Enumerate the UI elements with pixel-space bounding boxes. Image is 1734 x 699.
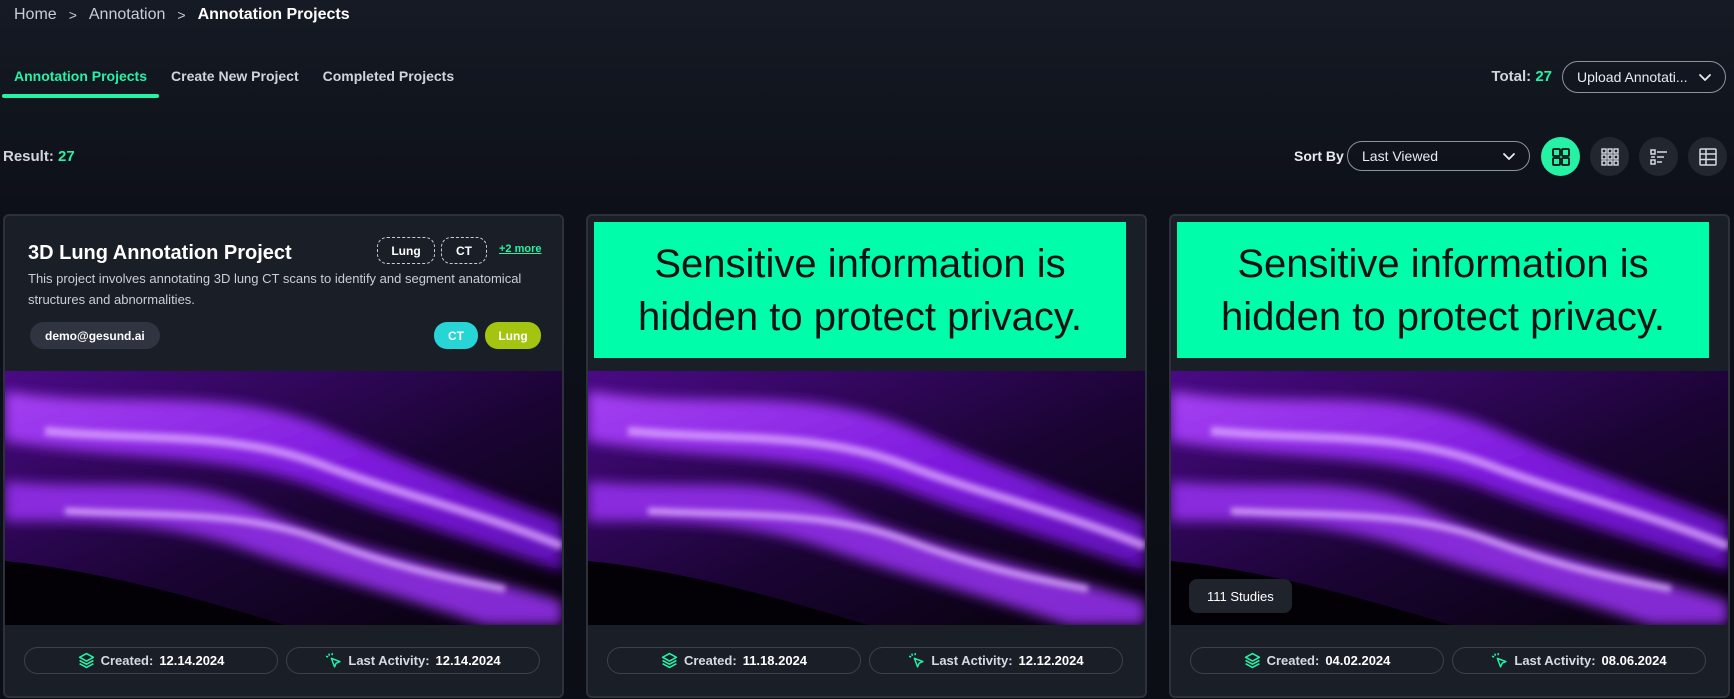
project-description: This project involves annotating 3D lung… bbox=[28, 271, 522, 307]
created-label: Created: bbox=[683, 653, 737, 668]
result-value: 27 bbox=[58, 148, 75, 165]
studies-count-badge: 111 Studies bbox=[1189, 579, 1292, 613]
created-date-pill: Created: 12.14.2024 bbox=[24, 647, 278, 674]
list-icon bbox=[1649, 148, 1667, 165]
tab-annotation-projects[interactable]: Annotation Projects bbox=[2, 62, 160, 98]
chevron-down-icon bbox=[1503, 153, 1515, 160]
total-count: Total: 27 bbox=[1491, 68, 1552, 85]
last-activity-pill: Last Activity: 12.12.2024 bbox=[869, 647, 1123, 674]
card-header: 3D Lung Annotation Project Lung CT +2 mo… bbox=[5, 216, 562, 371]
card-header: Sensitive information is hidden to prote… bbox=[588, 216, 1145, 371]
total-value: 27 bbox=[1535, 68, 1552, 85]
last-activity-pill: Last Activity: 12.14.2024 bbox=[286, 647, 540, 674]
breadcrumb: Home > Annotation > Annotation Projects bbox=[14, 6, 350, 24]
project-card[interactable]: Sensitive information is hidden to prote… bbox=[1169, 214, 1730, 698]
cursor-click-icon bbox=[326, 652, 341, 668]
breadcrumb-separator: > bbox=[177, 7, 186, 23]
sort-by-select[interactable]: Last Viewed bbox=[1347, 141, 1530, 171]
last-activity-label: Last Activity: bbox=[1514, 653, 1596, 668]
last-activity-pill: Last Activity: 08.06.2024 bbox=[1452, 647, 1706, 674]
breadcrumb-annotation[interactable]: Annotation bbox=[89, 6, 166, 24]
privacy-redaction: Sensitive information is hidden to prote… bbox=[1177, 222, 1709, 358]
sort-by-label: Sort By bbox=[1294, 148, 1344, 164]
created-date-pill: Created: 11.18.2024 bbox=[607, 647, 861, 674]
created-value: 12.14.2024 bbox=[159, 653, 225, 668]
sort-selected-value: Last Viewed bbox=[1362, 148, 1439, 164]
last-activity-value: 12.14.2024 bbox=[435, 653, 501, 668]
cursor-click-icon bbox=[909, 652, 924, 668]
created-date-pill: Created: 04.02.2024 bbox=[1190, 647, 1444, 674]
tag-chip-lung: Lung bbox=[377, 237, 435, 264]
project-card[interactable]: Sensitive information is hidden to prote… bbox=[586, 214, 1147, 698]
created-value: 11.18.2024 bbox=[742, 653, 808, 668]
thumbnail-image bbox=[5, 371, 562, 625]
grid-large-icon bbox=[1551, 147, 1570, 166]
breadcrumb-separator: > bbox=[68, 7, 77, 23]
last-activity-label: Last Activity: bbox=[348, 653, 430, 668]
total-label: Total: bbox=[1491, 68, 1532, 85]
tab-completed-projects[interactable]: Completed Projects bbox=[311, 62, 466, 98]
tab-create-new-project[interactable]: Create New Project bbox=[159, 62, 311, 98]
chevron-down-icon bbox=[1699, 74, 1711, 81]
breadcrumb-current: Annotation Projects bbox=[197, 6, 350, 23]
project-thumbnail: 111 Studies bbox=[1171, 371, 1728, 625]
last-activity-value: 08.06.2024 bbox=[1601, 653, 1667, 668]
card-header: Sensitive information is hidden to prote… bbox=[1171, 216, 1728, 371]
last-activity-label: Last Activity: bbox=[931, 653, 1013, 668]
created-label: Created: bbox=[100, 653, 154, 668]
privacy-redaction: Sensitive information is hidden to prote… bbox=[594, 222, 1126, 358]
last-activity-value: 12.12.2024 bbox=[1018, 653, 1084, 668]
created-value: 04.02.2024 bbox=[1325, 653, 1391, 668]
project-card[interactable]: 3D Lung Annotation Project Lung CT +2 mo… bbox=[3, 214, 564, 698]
table-icon bbox=[1698, 147, 1717, 166]
view-grid-large-button[interactable] bbox=[1541, 137, 1580, 176]
thumbnail-image bbox=[588, 371, 1145, 625]
view-list-button[interactable] bbox=[1639, 137, 1678, 176]
project-title: 3D Lung Annotation Project bbox=[28, 242, 292, 264]
more-tags-link[interactable]: +2 more bbox=[499, 243, 542, 255]
project-thumbnail bbox=[588, 371, 1145, 625]
result-label: Result: bbox=[3, 148, 54, 165]
layers-icon bbox=[78, 652, 94, 669]
breadcrumb-home[interactable]: Home bbox=[14, 6, 57, 24]
view-table-button[interactable] bbox=[1688, 137, 1727, 176]
cursor-click-icon bbox=[1492, 652, 1507, 668]
result-count: Result: 27 bbox=[3, 148, 75, 165]
layers-icon bbox=[1244, 652, 1260, 669]
upload-annotation-button[interactable]: Upload Annotati... bbox=[1562, 61, 1726, 93]
project-thumbnail bbox=[5, 371, 562, 625]
tag-pill-lung: Lung bbox=[485, 322, 541, 349]
tag-pill-ct: CT bbox=[434, 322, 478, 349]
upload-annotation-label: Upload Annotati... bbox=[1577, 69, 1688, 85]
project-tabs: Annotation Projects Create New Project C… bbox=[2, 62, 466, 98]
created-label: Created: bbox=[1266, 653, 1320, 668]
owner-badge: demo@gesund.ai bbox=[30, 322, 160, 349]
grid-small-icon bbox=[1600, 147, 1619, 166]
view-grid-small-button[interactable] bbox=[1590, 137, 1629, 176]
tag-chip-ct: CT bbox=[441, 237, 487, 264]
layers-icon bbox=[661, 652, 678, 669]
